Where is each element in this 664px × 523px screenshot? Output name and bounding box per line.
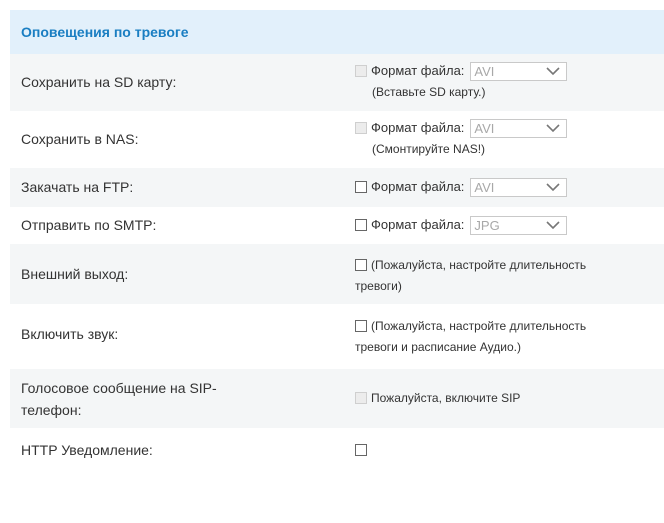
control-save-nas: Формат файла: AVI (Смонтируйте NAS!) — [355, 119, 568, 158]
format-select-value: AVI — [474, 64, 495, 80]
label-http-notification: HTTP Уведомление: — [21, 442, 153, 458]
control-external-output: (Пожалуйста, настройте длительность трев… — [355, 254, 586, 297]
control-http-notification — [355, 441, 371, 459]
upload-ftp-checkbox[interactable] — [355, 181, 367, 193]
row-http-notification: HTTP Уведомление: — [10, 428, 664, 469]
enable-sound-note-line1: (Пожалуйста, настройте длительность — [371, 319, 587, 333]
save-nas-checkbox[interactable] — [355, 122, 367, 134]
sip-note: Пожалуйста, включите SIP — [371, 391, 521, 405]
control-save-sd: Формат файла: AVI (Вставьте SD карту.) — [355, 62, 568, 101]
row-save-nas: Сохранить в NAS: Формат файла: AVI (Смонт… — [10, 111, 664, 168]
label-sip-voice-line2: телефон: — [21, 402, 82, 418]
format-select-value: JPG — [474, 218, 500, 234]
row-save-sd: Сохранить на SD карту: Формат файла: AVI … — [10, 54, 664, 111]
chevron-down-icon — [546, 221, 560, 230]
chevron-down-icon — [546, 183, 560, 192]
format-select-value: AVI — [474, 121, 495, 137]
format-select-value: AVI — [474, 180, 495, 196]
save-sd-checkbox[interactable] — [355, 65, 367, 77]
label-save-sd: Сохранить на SD карту: — [21, 74, 177, 90]
label-send-smtp: Отправить по SMTP: — [21, 217, 157, 233]
external-output-checkbox[interactable] — [355, 259, 367, 271]
row-enable-sound: Включить звук: (Пожалуйста, настройте дл… — [10, 304, 664, 369]
nas-note: (Смонтируйте NAS!) — [372, 142, 486, 157]
row-sip-voice: Голосовое сообщение на SIP- телефон: Пож… — [10, 369, 664, 428]
control-upload-ftp: Формат файла: AVI — [355, 178, 568, 198]
row-send-smtp: Отправить по SMTP: Формат файла: JPG — [10, 207, 664, 244]
format-select-ftp[interactable]: AVI — [470, 178, 568, 198]
send-smtp-checkbox[interactable] — [355, 219, 367, 231]
section-title: Оповещения по тревоге — [10, 10, 664, 54]
http-notification-checkbox[interactable] — [355, 444, 367, 456]
control-send-smtp: Формат файла: JPG — [355, 216, 568, 236]
row-external-output: Внешний выход: (Пожалуйста, настройте дл… — [10, 244, 664, 304]
enable-sound-checkbox[interactable] — [355, 320, 367, 332]
label-sip-voice: Голосовое сообщение на SIP- телефон: — [21, 377, 217, 421]
label-enable-sound: Включить звук: — [21, 326, 119, 342]
format-select-nas[interactable]: AVI — [470, 119, 568, 139]
format-label: Формат файла: — [371, 120, 465, 135]
row-upload-ftp: Закачать на FTP: Формат файла: AVI — [10, 168, 664, 207]
format-label: Формат файла: — [371, 63, 465, 78]
enable-sound-note-line2: тревоги и расписание Аудио.) — [355, 340, 521, 354]
chevron-down-icon — [546, 124, 560, 133]
format-label: Формат файла: — [371, 217, 465, 232]
external-output-note-line2: тревоги) — [355, 279, 402, 293]
external-output-note-line1: (Пожалуйста, настройте длительность — [371, 258, 587, 272]
label-upload-ftp: Закачать на FTP: — [21, 179, 134, 195]
sd-note: (Вставьте SD карту.) — [372, 85, 486, 100]
control-sip-voice: Пожалуйста, включите SIP — [355, 389, 520, 407]
label-save-nas: Сохранить в NAS: — [21, 131, 139, 147]
label-sip-voice-line1: Голосовое сообщение на SIP- — [21, 380, 217, 396]
chevron-down-icon — [546, 67, 560, 76]
sip-voice-checkbox[interactable] — [355, 392, 367, 404]
alarm-notifications-panel: Оповещения по тревоге Сохранить на SD ка… — [10, 10, 664, 469]
format-label: Формат файла: — [371, 179, 465, 194]
control-enable-sound: (Пожалуйста, настройте длительность трев… — [355, 315, 586, 358]
label-external-output: Внешний выход: — [21, 266, 129, 282]
format-select-sd[interactable]: AVI — [470, 62, 568, 82]
format-select-smtp[interactable]: JPG — [470, 216, 568, 236]
